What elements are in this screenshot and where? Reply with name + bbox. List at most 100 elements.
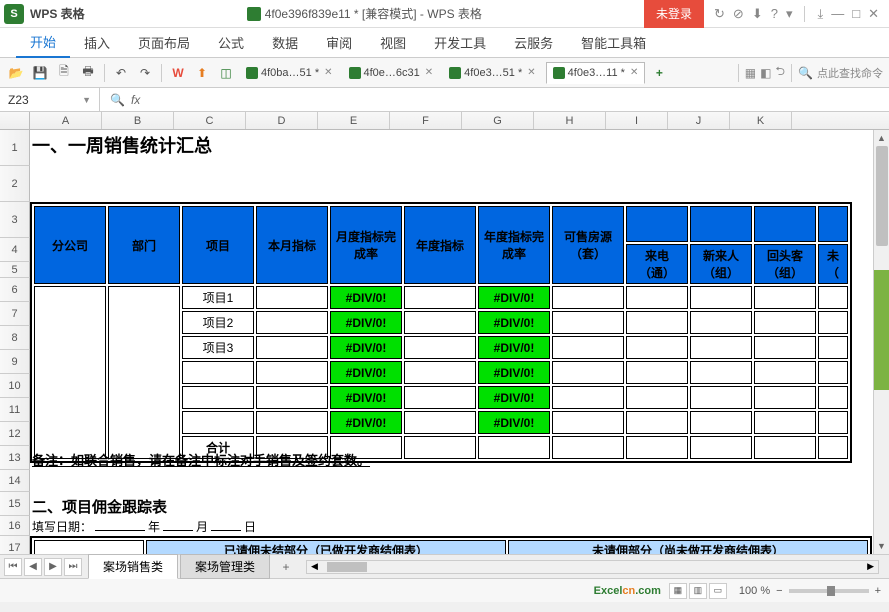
redo-icon[interactable]: ↷: [135, 63, 155, 83]
th-partial[interactable]: 未（: [818, 244, 848, 284]
fill-date-year-blank[interactable]: [95, 530, 145, 531]
menu-cloud[interactable]: 云服务: [500, 28, 567, 58]
row-header[interactable]: 17: [0, 536, 30, 554]
cell-error[interactable]: #DIV/0!: [330, 286, 402, 309]
cell-project[interactable]: 项目2: [182, 311, 254, 334]
cell-error[interactable]: #DIV/0!: [330, 336, 402, 359]
prev-sheet-icon[interactable]: ◀: [24, 558, 42, 576]
scroll-thumb[interactable]: [876, 146, 888, 246]
th-year-target[interactable]: 年度指标: [404, 206, 476, 284]
cell-error[interactable]: #DIV/0!: [330, 411, 402, 434]
close-icon[interactable]: ✕: [527, 67, 535, 78]
next-sheet-icon[interactable]: ▶: [44, 558, 62, 576]
cell-project[interactable]: 项目3: [182, 336, 254, 359]
close-icon[interactable]: ✕: [630, 67, 638, 78]
section2-title[interactable]: 二、项目佣金跟踪表: [32, 496, 167, 517]
sheet-tab-management[interactable]: 案场管理类: [180, 554, 270, 579]
undo-icon[interactable]: ↶: [111, 63, 131, 83]
table-row[interactable]: 项目1 #DIV/0! #DIV/0!: [34, 286, 848, 309]
sheet-title[interactable]: 一、一周销售统计汇总: [32, 132, 212, 158]
zoom-slider[interactable]: [789, 589, 869, 593]
row-header[interactable]: 8: [0, 326, 30, 350]
th-return-visitors[interactable]: 回头客（组）: [754, 244, 816, 284]
cell-error[interactable]: #DIV/0!: [330, 311, 402, 334]
th-blank[interactable]: [818, 206, 848, 242]
th-dept[interactable]: 部门: [108, 206, 180, 284]
help-icon[interactable]: ?: [771, 6, 778, 21]
zoom-thumb[interactable]: [827, 586, 835, 596]
cell-grid[interactable]: 一、一周销售统计汇总 分公司 部门 项目 本月指标 月度指标完成率 年度指标 年…: [30, 130, 889, 554]
row-header[interactable]: 1: [0, 130, 30, 166]
th-new-visitors[interactable]: 新来人（组）: [690, 244, 752, 284]
cell-error[interactable]: #DIV/0!: [478, 386, 550, 409]
cell-project[interactable]: 项目1: [182, 286, 254, 309]
row-header[interactable]: 7: [0, 302, 30, 326]
col-header[interactable]: E: [318, 112, 390, 129]
fx-button[interactable]: 🔍 fx: [100, 93, 150, 107]
horizontal-scrollbar[interactable]: ◀ ▶: [306, 560, 879, 574]
add-sheet-icon[interactable]: +: [276, 557, 296, 577]
menu-view[interactable]: 视图: [366, 28, 420, 58]
col-header[interactable]: I: [606, 112, 668, 129]
doc-tab-1[interactable]: 4f0ba…51 *✕: [240, 62, 339, 84]
th-calls[interactable]: 来电（通）: [626, 244, 688, 284]
th-month-target[interactable]: 本月指标: [256, 206, 328, 284]
cell-project[interactable]: [182, 386, 254, 409]
wps-logo-icon[interactable]: W: [168, 63, 188, 83]
row-header[interactable]: 16: [0, 516, 30, 536]
scroll-down-icon[interactable]: ▼: [874, 538, 889, 554]
th-sellable[interactable]: 可售房源（套）: [552, 206, 624, 284]
row-header[interactable]: 4: [0, 238, 30, 262]
th-month-rate[interactable]: 月度指标完成率: [330, 206, 402, 284]
doc-tab-3[interactable]: 4f0e3…51 *✕: [443, 62, 542, 84]
maximize-icon[interactable]: □: [852, 6, 860, 21]
menu-insert[interactable]: 插入: [70, 28, 124, 58]
sheet-tab-sales[interactable]: 案场销售类: [88, 554, 178, 579]
col-header[interactable]: H: [534, 112, 606, 129]
row-header[interactable]: 2: [0, 166, 30, 202]
menu-dev-tools[interactable]: 开发工具: [420, 28, 500, 58]
share-icon[interactable]: ⬆: [192, 63, 212, 83]
chevron-down-icon[interactable]: ▼: [82, 95, 91, 105]
restore-down-icon[interactable]: ⤓: [817, 6, 823, 22]
menu-data[interactable]: 数据: [258, 28, 312, 58]
open-icon[interactable]: 📂: [6, 63, 26, 83]
download-icon[interactable]: ⬇: [752, 6, 763, 22]
save-icon[interactable]: 💾: [30, 63, 50, 83]
vertical-scrollbar[interactable]: ▲ ▼: [873, 130, 889, 554]
menu-start[interactable]: 开始: [16, 28, 70, 58]
block-icon[interactable]: ⊘: [733, 6, 744, 22]
row-header[interactable]: 3: [0, 202, 30, 238]
close-icon[interactable]: ✕: [425, 67, 433, 78]
cell-error[interactable]: #DIV/0!: [478, 286, 550, 309]
row-header[interactable]: 14: [0, 470, 30, 492]
sync-icon[interactable]: ↻: [714, 6, 725, 22]
sub-blank[interactable]: [34, 540, 144, 554]
menu-smart-tools[interactable]: 智能工具箱: [567, 28, 660, 58]
minimize-icon[interactable]: —: [831, 6, 844, 21]
note-text[interactable]: 备注：如联合销售，请在备注中标注对手销售及签约套数。: [32, 450, 370, 469]
cell-error[interactable]: #DIV/0!: [478, 311, 550, 334]
cube-icon[interactable]: ◫: [216, 63, 236, 83]
doc-tab-2[interactable]: 4f0e…6c31✕: [343, 62, 440, 84]
row-header[interactable]: 9: [0, 350, 30, 374]
row-header[interactable]: 15: [0, 492, 30, 516]
close-icon[interactable]: ✕: [324, 67, 332, 78]
fill-date-day-blank[interactable]: [211, 530, 241, 531]
zoom-out-icon[interactable]: −: [776, 585, 782, 597]
th-blank[interactable]: [626, 206, 688, 242]
scroll-right-icon[interactable]: ▶: [867, 561, 874, 572]
sub-h1[interactable]: 已请佣未结部分（已做开发商结佣表）: [146, 540, 506, 554]
row-header[interactable]: 6: [0, 278, 30, 302]
sales-summary-table[interactable]: 分公司 部门 项目 本月指标 月度指标完成率 年度指标 年度指标完成率 可售房源…: [30, 202, 852, 463]
first-sheet-icon[interactable]: ⏮: [4, 558, 22, 576]
menu-page-layout[interactable]: 页面布局: [124, 28, 204, 58]
last-sheet-icon[interactable]: ⏭: [64, 558, 82, 576]
name-box[interactable]: Z23 ▼: [0, 88, 100, 111]
col-header[interactable]: K: [730, 112, 792, 129]
back-icon[interactable]: ⮌: [775, 62, 785, 83]
window-icon[interactable]: ◧: [760, 66, 771, 80]
th-branch[interactable]: 分公司: [34, 206, 106, 284]
menu-review[interactable]: 审阅: [312, 28, 366, 58]
col-header[interactable]: J: [668, 112, 730, 129]
